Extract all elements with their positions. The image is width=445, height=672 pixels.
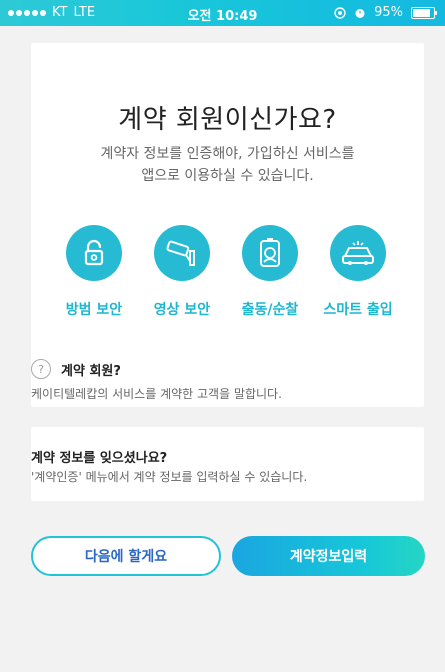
cctv-camera-icon: [154, 225, 210, 281]
forgot-info-heading: 계약 정보를 잊으셨나요?: [31, 451, 168, 466]
service-burglary: 방범 보안: [49, 225, 139, 319]
alarm-icon: [355, 8, 365, 18]
lock-icon: [66, 225, 122, 281]
question-icon: ?: [31, 359, 51, 379]
member-info-heading: 계약 회원?: [61, 363, 121, 379]
enter-contract-info-button[interactable]: 계약정보입력: [232, 536, 425, 576]
page-subtitle: 계약자 정보를 인증해야, 가입하신 서비스를 앱으로 이용하실 수 있습니다.: [31, 143, 424, 187]
battery-percent: 95%: [374, 5, 403, 20]
service-dispatch: 출동/순찰: [225, 225, 315, 319]
contract-member-card: 계약 회원이신가요? 계약자 정보를 인증해야, 가입하신 서비스를 앱으로 이…: [31, 43, 424, 407]
service-label: 스마트 출입: [323, 302, 393, 318]
service-label: 영상 보안: [153, 302, 211, 318]
member-info: ? 계약 회원? 케이티텔레캅의 서비스를 계약한 고객을 말합니다.: [31, 359, 424, 402]
subtitle-line-2: 앱으로 이용하실 수 있습니다.: [141, 168, 314, 184]
service-video: 영상 보안: [137, 225, 227, 319]
member-info-heading-row: ? 계약 회원?: [31, 359, 424, 379]
security-guard-icon: [242, 225, 298, 281]
subtitle-line-1: 계약자 정보를 인증해야, 가입하신 서비스를: [100, 146, 355, 162]
status-right: 95%: [334, 5, 437, 20]
service-smart-access: 스마트 출입: [313, 225, 403, 319]
member-info-description: 케이티텔레캅의 서비스를 계약한 고객을 말합니다.: [31, 387, 282, 401]
later-button[interactable]: 다음에 할게요: [31, 536, 221, 576]
battery-icon: [411, 6, 437, 19]
service-list: 방범 보안 영상 보안 출동/순찰 스마트 출입: [49, 225, 409, 318]
location-icon: [334, 6, 346, 19]
car-icon: [330, 225, 386, 281]
page-title: 계약 회원이신가요?: [118, 105, 337, 135]
service-label: 방범 보안: [65, 302, 123, 318]
status-bar: KT LTE 오전 10:49 95%: [0, 0, 445, 26]
service-label: 출동/순찰: [241, 302, 299, 318]
forgot-info-card: 계약 정보를 잊으셨나요? '계약인증' 메뉴에서 계약 정보를 입력하실 수 …: [31, 427, 424, 501]
forgot-info-description: '계약인증' 메뉴에서 계약 정보를 입력하실 수 있습니다.: [31, 470, 308, 484]
